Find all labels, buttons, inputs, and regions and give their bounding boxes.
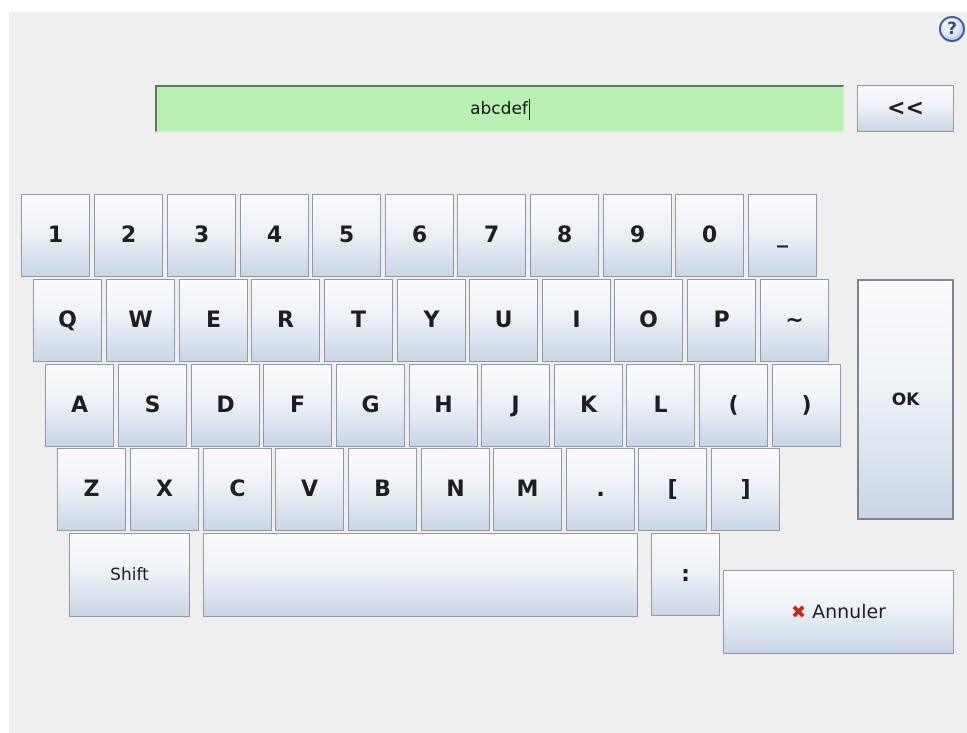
key-v[interactable]: V xyxy=(275,448,344,531)
key-open-paren[interactable]: ( xyxy=(699,364,768,447)
key-j[interactable]: J xyxy=(481,364,550,447)
key-q[interactable]: Q xyxy=(33,279,102,362)
key-i[interactable]: I xyxy=(542,279,611,362)
key-4[interactable]: 4 xyxy=(240,194,309,277)
text-caret xyxy=(528,98,530,120)
key-t[interactable]: T xyxy=(324,279,393,362)
key-colon[interactable]: : xyxy=(651,533,720,616)
key-close-paren[interactable]: ) xyxy=(772,364,841,447)
key-3[interactable]: 3 xyxy=(167,194,236,277)
ok-button[interactable]: OK xyxy=(857,279,954,520)
key-f[interactable]: F xyxy=(263,364,332,447)
key-u[interactable]: U xyxy=(469,279,538,362)
key-a[interactable]: A xyxy=(45,364,114,447)
key-n[interactable]: N xyxy=(421,448,490,531)
key-6[interactable]: 6 xyxy=(385,194,454,277)
key-underscore[interactable]: _ xyxy=(748,194,817,277)
close-icon: ✖ xyxy=(791,601,807,623)
cancel-label: Annuler xyxy=(812,601,886,623)
cancel-button[interactable]: ✖ Annuler xyxy=(723,570,954,654)
key-9[interactable]: 9 xyxy=(603,194,672,277)
key-close-bracket[interactable]: ] xyxy=(711,448,780,531)
key-period[interactable]: . xyxy=(566,448,635,531)
key-z[interactable]: Z xyxy=(57,448,126,531)
key-l[interactable]: L xyxy=(626,364,695,447)
key-k[interactable]: K xyxy=(554,364,623,447)
key-x[interactable]: X xyxy=(130,448,199,531)
key-s[interactable]: S xyxy=(118,364,187,447)
key-1[interactable]: 1 xyxy=(21,194,90,277)
key-m[interactable]: M xyxy=(493,448,562,531)
key-0[interactable]: 0 xyxy=(675,194,744,277)
key-e[interactable]: E xyxy=(179,279,248,362)
key-y[interactable]: Y xyxy=(397,279,466,362)
key-5[interactable]: 5 xyxy=(312,194,381,277)
backspace-button[interactable]: << xyxy=(857,85,954,132)
key-p[interactable]: P xyxy=(687,279,756,362)
input-value: abcdef xyxy=(470,99,528,119)
key-h[interactable]: H xyxy=(409,364,478,447)
space-key[interactable] xyxy=(203,533,638,617)
key-8[interactable]: 8 xyxy=(530,194,599,277)
key-d[interactable]: D xyxy=(191,364,260,447)
key-c[interactable]: C xyxy=(203,448,272,531)
key-2[interactable]: 2 xyxy=(94,194,163,277)
key-b[interactable]: B xyxy=(348,448,417,531)
key-tilde[interactable]: ~ xyxy=(760,279,829,362)
key-r[interactable]: R xyxy=(251,279,320,362)
help-icon[interactable]: ? xyxy=(939,16,965,42)
key-g[interactable]: G xyxy=(336,364,405,447)
key-7[interactable]: 7 xyxy=(457,194,526,277)
text-input-field[interactable]: abcdef xyxy=(155,85,844,132)
key-w[interactable]: W xyxy=(106,279,175,362)
key-o[interactable]: O xyxy=(614,279,683,362)
shift-key[interactable]: Shift xyxy=(69,533,190,617)
key-open-bracket[interactable]: [ xyxy=(638,448,707,531)
